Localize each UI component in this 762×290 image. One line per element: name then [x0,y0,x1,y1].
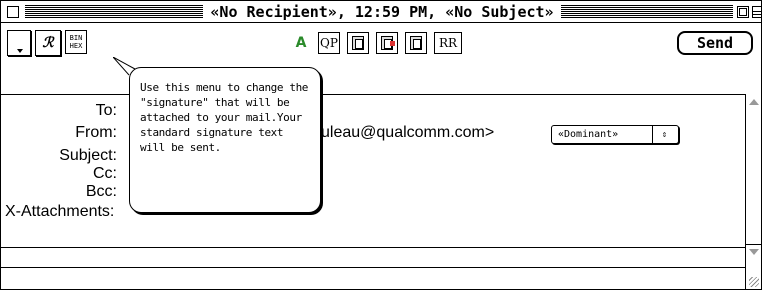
scroll-up-arrow-icon[interactable] [749,99,759,105]
title-stripes-right [561,5,733,19]
rr-label: RR [438,36,458,50]
bottom-divider [1,267,761,268]
send-button[interactable]: Send [677,31,753,55]
signature-icon: ℛ [42,35,54,51]
from-field[interactable]: uleau@qualcomm.com> [321,124,494,142]
collapse-box[interactable] [752,6,762,18]
personality-select[interactable]: «Dominant» ⇕ [551,125,679,144]
to-label: To: [95,102,117,119]
help-balloon: Use this menu to change the "signature" … [129,67,321,213]
qp-label: QP [320,36,338,50]
updown-arrow-icon: ⇕ [652,126,676,143]
text-as-document-button[interactable] [347,32,369,54]
binhex-label-bottom: HEX [69,42,83,50]
document-send-icon [381,36,395,50]
window-title: «No Recipient», 12:59 PM, «No Subject» [203,3,561,21]
vertical-scrollbar[interactable] [745,94,762,267]
scrollbar-divider [746,244,762,245]
zoom-box[interactable] [737,6,749,18]
close-box[interactable] [7,6,19,18]
return-receipt-button[interactable]: RR [434,32,462,54]
header-body-divider [1,247,745,248]
keep-copy-button[interactable] [405,32,427,54]
document-icon [352,36,364,50]
word-wrap-button[interactable] [376,32,398,54]
subject-label: Subject: [59,147,117,164]
text-style-icon: A [295,35,307,51]
binhex-button[interactable]: BIN HEX [65,30,87,54]
bcc-label: Bcc: [85,183,117,200]
attachments-label: X-Attachments: [5,203,115,220]
menu-arrow-icon [17,49,23,53]
resize-grip-icon[interactable] [745,267,761,289]
cc-label: Cc: [93,165,117,182]
message-window: «No Recipient», 12:59 PM, «No Subject» ℛ… [0,0,762,290]
balloon-text: Use this menu to change the "signature" … [140,81,309,154]
text-style-button[interactable]: A [290,32,312,54]
document-copy-icon [410,36,422,50]
from-label: From: [75,124,117,141]
personality-value: «Dominant» [558,129,619,140]
scroll-down-arrow-icon[interactable] [749,249,759,255]
title-stripes-left [25,5,203,19]
priority-menu-button[interactable] [7,30,31,56]
binhex-label-top: BIN [69,34,83,42]
title-bar[interactable]: «No Recipient», 12:59 PM, «No Subject» [1,1,762,23]
signature-menu-button[interactable]: ℛ [35,30,61,56]
quoted-printable-button[interactable]: QP [318,32,340,54]
